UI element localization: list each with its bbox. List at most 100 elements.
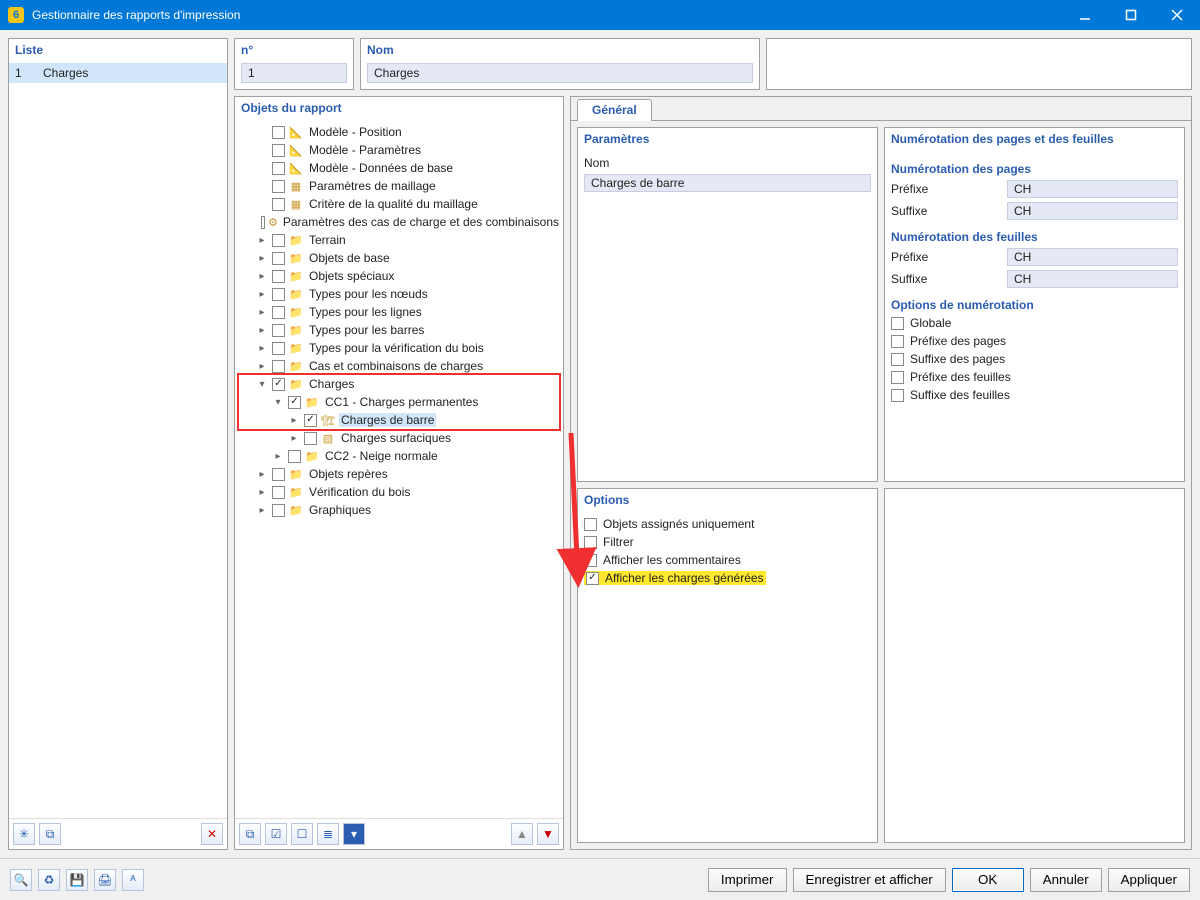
new-report-button[interactable]: ✳ xyxy=(13,823,35,845)
tree-tbtn-filter[interactable]: ▾ xyxy=(343,823,365,845)
bottom-tbtn-refresh[interactable]: ♻ xyxy=(38,869,60,891)
caret-down-icon[interactable]: ▾ xyxy=(271,397,285,408)
tree-node[interactable]: 📐Modèle - Données de base xyxy=(237,159,561,177)
tree-checkbox[interactable] xyxy=(288,450,301,463)
bottom-tbtn-lang[interactable]: ᴬ xyxy=(122,869,144,891)
cancel-button[interactable]: Annuler xyxy=(1030,868,1102,892)
tree-checkbox[interactable] xyxy=(272,342,285,355)
maximize-button[interactable] xyxy=(1108,0,1154,30)
tree-checkbox[interactable] xyxy=(272,378,285,391)
tree-node[interactable]: ⚙Paramètres des cas de charge et des com… xyxy=(237,213,561,231)
tree-node[interactable]: ▦Paramètres de maillage xyxy=(237,177,561,195)
tree-checkbox[interactable] xyxy=(272,180,285,193)
tree-checkbox[interactable] xyxy=(272,162,285,175)
tree-checkbox[interactable] xyxy=(272,234,285,247)
tree-node[interactable]: ▸🏗Charges de barre xyxy=(237,411,561,429)
pages-prefix-field[interactable]: CH xyxy=(1007,180,1178,198)
close-button[interactable] xyxy=(1154,0,1200,30)
list-row[interactable]: 1 Charges xyxy=(9,63,227,83)
tree-node[interactable]: ▸📁Objets spéciaux xyxy=(237,267,561,285)
name-value[interactable]: Charges xyxy=(367,63,753,83)
tree-checkbox[interactable] xyxy=(272,126,285,139)
tab-general[interactable]: Général xyxy=(577,99,652,121)
tree-checkbox[interactable] xyxy=(272,144,285,157)
tree-node[interactable]: ▾📁CC1 - Charges permanentes xyxy=(237,393,561,411)
tree-checkbox[interactable] xyxy=(304,432,317,445)
tree-checkbox[interactable] xyxy=(272,324,285,337)
tree-node[interactable]: ▸📁Types pour les lignes xyxy=(237,303,561,321)
opt-suffix-feuilles-checkbox[interactable] xyxy=(891,389,904,402)
print-button[interactable]: Imprimer xyxy=(708,868,787,892)
caret-right-icon[interactable]: ▸ xyxy=(255,469,269,480)
tree-checkbox[interactable] xyxy=(272,360,285,373)
tree-node[interactable]: ▸📁Types pour la vérification du bois xyxy=(237,339,561,357)
opt-filter-checkbox[interactable] xyxy=(584,536,597,549)
tree-tbtn-down[interactable]: ▼ xyxy=(537,823,559,845)
opt-comments-checkbox[interactable] xyxy=(584,554,597,567)
pages-suffix-field[interactable]: CH xyxy=(1007,202,1178,220)
tree-checkbox[interactable] xyxy=(288,396,301,409)
save-show-button[interactable]: Enregistrer et afficher xyxy=(793,868,946,892)
tree-node[interactable]: ▸📁Graphiques xyxy=(237,501,561,519)
number-value[interactable]: 1 xyxy=(241,63,347,83)
tree-node[interactable]: ▸📁Objets repères xyxy=(237,465,561,483)
tree-node[interactable]: 📐Modèle - Paramètres xyxy=(237,141,561,159)
minimize-button[interactable] xyxy=(1062,0,1108,30)
params-nom-value[interactable]: Charges de barre xyxy=(584,174,871,192)
bottom-tbtn-print[interactable]: 🖨 xyxy=(94,869,116,891)
tree-tbtn-uncheckall[interactable]: ☐ xyxy=(291,823,313,845)
tree-node[interactable]: ▸📁Cas et combinaisons de charges xyxy=(237,357,561,375)
apply-button[interactable]: Appliquer xyxy=(1108,868,1190,892)
opt-prefix-pages-checkbox[interactable] xyxy=(891,335,904,348)
caret-right-icon[interactable]: ▸ xyxy=(255,325,269,336)
opt-assigned-checkbox[interactable] xyxy=(584,518,597,531)
tree-checkbox[interactable] xyxy=(304,414,317,427)
caret-right-icon[interactable]: ▸ xyxy=(271,451,285,462)
tree-node[interactable]: ▸📁Vérification du bois xyxy=(237,483,561,501)
caret-right-icon[interactable]: ▸ xyxy=(255,253,269,264)
opt-prefix-feuilles-checkbox[interactable] xyxy=(891,371,904,384)
caret-right-icon[interactable]: ▸ xyxy=(255,289,269,300)
caret-right-icon[interactable]: ▸ xyxy=(255,235,269,246)
bottom-tbtn-help[interactable]: 🔍 xyxy=(10,869,32,891)
tree-node[interactable]: ▸▧Charges surfaciques xyxy=(237,429,561,447)
tree-checkbox[interactable] xyxy=(272,306,285,319)
opt-suffix-pages-checkbox[interactable] xyxy=(891,353,904,366)
tree-checkbox[interactable] xyxy=(272,198,285,211)
copy-report-button[interactable]: ⧉ xyxy=(39,823,61,845)
tree-checkbox[interactable] xyxy=(261,216,265,229)
tree-node[interactable]: 📐Modèle - Position xyxy=(237,123,561,141)
tree-checkbox[interactable] xyxy=(272,486,285,499)
opt-generated-checkbox[interactable] xyxy=(586,572,599,585)
caret-right-icon[interactable]: ▸ xyxy=(255,361,269,372)
tree-node[interactable]: ▸📁Types pour les barres xyxy=(237,321,561,339)
caret-right-icon[interactable]: ▸ xyxy=(255,271,269,282)
tree-checkbox[interactable] xyxy=(272,252,285,265)
bottom-tbtn-export[interactable]: 💾 xyxy=(66,869,88,891)
tree-node[interactable]: ▸📁CC2 - Neige normale xyxy=(237,447,561,465)
sheets-prefix-field[interactable]: CH xyxy=(1007,248,1178,266)
tree-checkbox[interactable] xyxy=(272,288,285,301)
tree-node[interactable]: ▦Critère de la qualité du maillage xyxy=(237,195,561,213)
tree-checkbox[interactable] xyxy=(272,504,285,517)
delete-report-button[interactable]: ✕ xyxy=(201,823,223,845)
caret-right-icon[interactable]: ▸ xyxy=(255,487,269,498)
tree-node[interactable]: ▸📁Terrain xyxy=(237,231,561,249)
tree-checkbox[interactable] xyxy=(272,468,285,481)
tree-tbtn-list[interactable]: ≣ xyxy=(317,823,339,845)
caret-right-icon[interactable]: ▸ xyxy=(287,433,301,444)
tree-checkbox[interactable] xyxy=(272,270,285,283)
tree-tbtn-copy[interactable]: ⧉ xyxy=(239,823,261,845)
caret-right-icon[interactable]: ▸ xyxy=(255,505,269,516)
tree[interactable]: 📐Modèle - Position📐Modèle - Paramètres📐M… xyxy=(235,121,563,818)
ok-button[interactable]: OK xyxy=(952,868,1024,892)
sheets-suffix-field[interactable]: CH xyxy=(1007,270,1178,288)
caret-right-icon[interactable]: ▸ xyxy=(287,415,301,426)
tree-node[interactable]: ▸📁Types pour les nœuds xyxy=(237,285,561,303)
tree-node[interactable]: ▾📁Charges xyxy=(237,375,561,393)
caret-down-icon[interactable]: ▾ xyxy=(255,379,269,390)
tree-tbtn-up[interactable]: ▲ xyxy=(511,823,533,845)
tree-tbtn-checkall[interactable]: ☑ xyxy=(265,823,287,845)
caret-right-icon[interactable]: ▸ xyxy=(255,343,269,354)
tree-node[interactable]: ▸📁Objets de base xyxy=(237,249,561,267)
